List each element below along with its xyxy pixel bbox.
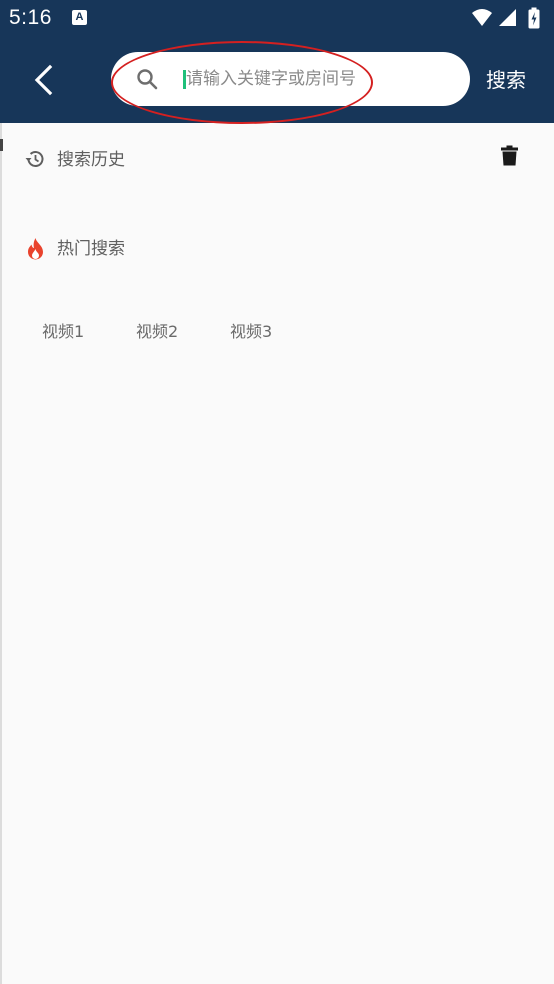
trash-icon[interactable] <box>500 145 519 166</box>
search-button[interactable]: 搜索 <box>486 66 526 94</box>
hot-search-title: 热门搜索 <box>57 239 125 259</box>
hot-tag[interactable]: 视频3 <box>230 320 272 344</box>
back-button[interactable] <box>26 60 62 100</box>
search-input[interactable] <box>186 64 456 94</box>
search-box[interactable] <box>111 52 470 106</box>
battery-icon <box>528 7 540 29</box>
search-history-title: 搜索历史 <box>57 150 125 170</box>
notification-icon: A <box>72 10 87 25</box>
app-bar: 5:16 A 搜索 <box>0 0 554 124</box>
left-edge-mark <box>0 139 3 151</box>
fire-icon <box>28 238 43 260</box>
signal-icon <box>499 9 516 26</box>
search-icon <box>137 69 158 90</box>
wifi-icon <box>472 9 492 26</box>
history-icon <box>25 151 44 167</box>
status-bar: 5:16 A <box>0 0 554 36</box>
chevron-left-icon <box>34 64 53 96</box>
status-time: 5:16 <box>9 6 52 29</box>
hot-tag[interactable]: 视频2 <box>136 320 178 344</box>
left-edge-line <box>0 123 2 984</box>
hot-tag[interactable]: 视频1 <box>42 320 84 344</box>
